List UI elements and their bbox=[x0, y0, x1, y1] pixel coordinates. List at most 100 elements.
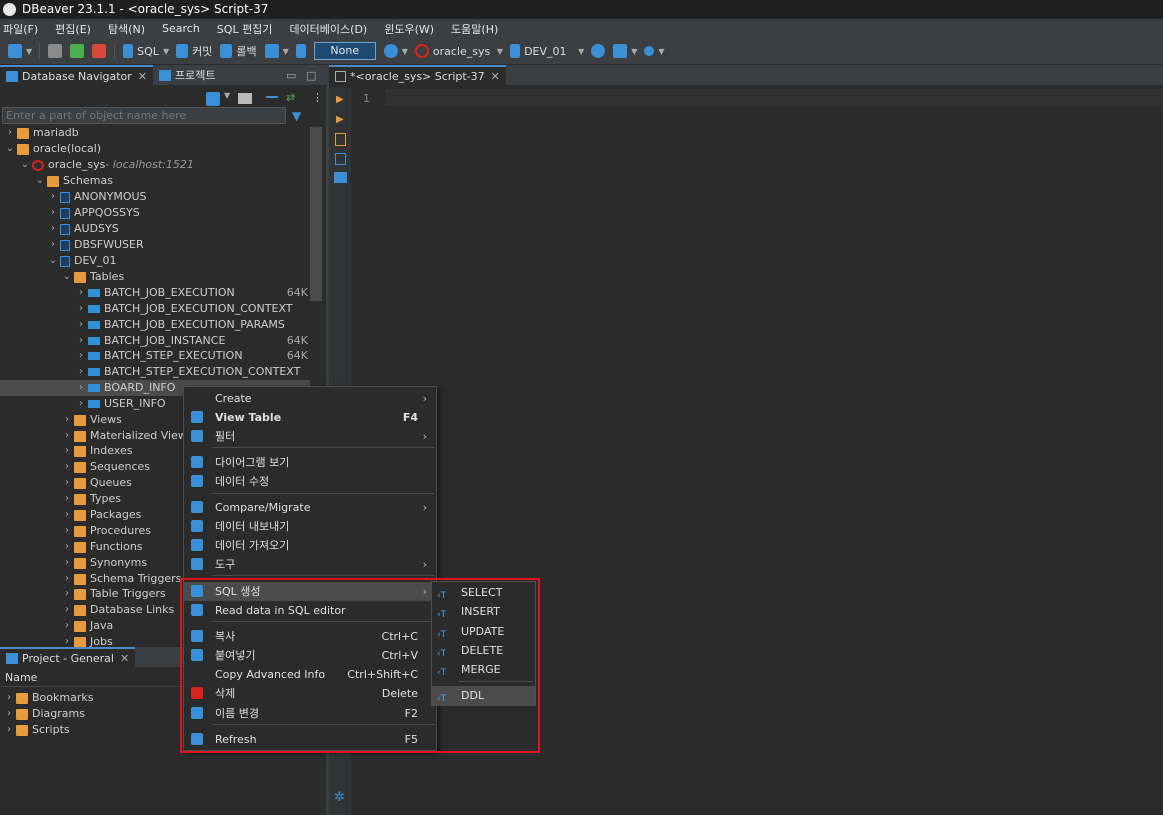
commit-icon[interactable] bbox=[176, 44, 189, 58]
tree-node-oracle-local[interactable]: ⌄ oracle(local) bbox=[5, 141, 101, 157]
menu-item-edit-data[interactable]: 데이터 수정 bbox=[184, 472, 436, 491]
chevron-right-icon[interactable]: › bbox=[76, 285, 86, 301]
scrollbar-thumb[interactable] bbox=[310, 127, 322, 301]
tree-node-materialized-views[interactable]: › Materialized Views bbox=[62, 428, 193, 444]
tree-node-packages[interactable]: › Packages bbox=[62, 507, 141, 523]
menu-navigate[interactable]: 탐색(N) bbox=[108, 21, 145, 37]
chevron-right-icon[interactable]: › bbox=[76, 364, 86, 380]
chevron-down-icon[interactable]: ⌄ bbox=[62, 269, 72, 285]
maximize-icon[interactable]: □ bbox=[306, 69, 316, 82]
chevron-down-icon[interactable]: ▼ bbox=[224, 91, 230, 100]
chevron-right-icon[interactable]: › bbox=[76, 317, 86, 333]
search-icon[interactable] bbox=[644, 46, 655, 56]
menu-item-create[interactable]: Create › bbox=[184, 389, 436, 408]
tree-node-schemas[interactable]: ⌄ Schemas bbox=[35, 173, 113, 189]
object-filter-input[interactable] bbox=[2, 107, 286, 124]
tree-node-indexes[interactable]: › Indexes bbox=[62, 443, 132, 459]
tree-node-batch-job-execution[interactable]: › BATCH_JOB_EXECUTION bbox=[76, 285, 235, 301]
tree-node-java[interactable]: › Java bbox=[62, 618, 113, 634]
menu-item-filter[interactable]: 필터 › bbox=[184, 427, 436, 446]
chevron-right-icon[interactable]: › bbox=[76, 380, 86, 396]
transaction-mode-field[interactable]: None bbox=[313, 42, 376, 60]
project-item-scripts[interactable]: › Scripts bbox=[4, 722, 70, 738]
lock-icon[interactable] bbox=[295, 44, 306, 58]
chevron-right-icon[interactable]: › bbox=[62, 507, 72, 523]
close-icon[interactable]: ✕ bbox=[491, 70, 500, 83]
close-icon[interactable]: ✕ bbox=[120, 652, 129, 665]
chevron-right-icon[interactable]: › bbox=[62, 443, 72, 459]
project-item-bookmarks[interactable]: › Bookmarks bbox=[4, 690, 93, 706]
tab-database-navigator[interactable]: Database Navigator ✕ bbox=[0, 64, 154, 86]
chevron-down-icon[interactable]: ▼ bbox=[26, 47, 32, 56]
menu-item-import[interactable]: 데이터 가져오기 bbox=[184, 536, 436, 555]
tree-node-queues[interactable]: › Queues bbox=[62, 475, 132, 491]
menu-item-tools[interactable]: 도구 › bbox=[184, 555, 436, 574]
link-editor-icon[interactable]: ⇄ bbox=[286, 92, 298, 104]
connect-icon[interactable] bbox=[70, 44, 85, 58]
chevron-down-icon[interactable]: ▼ bbox=[497, 47, 503, 56]
active-connection-selector[interactable]: oracle_sys bbox=[433, 45, 493, 58]
chevron-right-icon[interactable]: › bbox=[76, 348, 86, 364]
chevron-right-icon[interactable]: › bbox=[48, 237, 58, 253]
chevron-right-icon[interactable]: › bbox=[48, 221, 58, 237]
chevron-right-icon[interactable]: › bbox=[4, 706, 14, 722]
chevron-down-icon[interactable]: ▼ bbox=[283, 47, 289, 56]
chevron-right-icon[interactable]: › bbox=[62, 571, 72, 587]
tree-node-tables[interactable]: ⌄ Tables bbox=[62, 269, 124, 285]
rollback-icon[interactable] bbox=[220, 44, 233, 58]
chevron-right-icon[interactable]: › bbox=[5, 125, 15, 141]
chevron-right-icon[interactable]: › bbox=[62, 555, 72, 571]
menu-sql-editor[interactable]: SQL 편집기 bbox=[217, 21, 273, 37]
menu-search[interactable]: Search bbox=[162, 22, 200, 35]
tree-node-database-links[interactable]: › Database Links bbox=[62, 602, 174, 618]
tree-node-schema-triggers[interactable]: › Schema Triggers bbox=[62, 571, 181, 587]
chevron-down-icon[interactable]: ▼ bbox=[578, 47, 584, 56]
tree-node-batch-job-execution-context[interactable]: › BATCH_JOB_EXECUTION_CONTEXT bbox=[76, 301, 293, 317]
chevron-right-icon[interactable]: › bbox=[76, 333, 86, 349]
execute-statement-icon[interactable]: ▶ bbox=[336, 94, 344, 105]
menu-file[interactable]: 파일(F) bbox=[3, 21, 38, 37]
active-schema-selector[interactable]: DEV_01 bbox=[524, 45, 574, 58]
chevron-down-icon[interactable]: ⌄ bbox=[5, 141, 15, 157]
chevron-right-icon[interactable]: › bbox=[62, 459, 72, 475]
view-menu-icon[interactable]: ⋮ bbox=[312, 91, 323, 104]
collapse-all-icon[interactable] bbox=[266, 96, 278, 98]
new-connection-icon[interactable] bbox=[8, 44, 22, 58]
menu-item-export[interactable]: 데이터 내보내기 bbox=[184, 517, 436, 536]
tree-node-mariadb[interactable]: › mariadb bbox=[5, 125, 79, 141]
chevron-right-icon[interactable]: › bbox=[4, 690, 14, 706]
rollback-button[interactable]: 롤백 bbox=[236, 43, 256, 59]
chevron-right-icon[interactable]: › bbox=[62, 618, 72, 634]
chevron-right-icon[interactable]: › bbox=[62, 491, 72, 507]
tree-node-board-info[interactable]: › BOARD_INFO bbox=[76, 380, 175, 396]
filter-icon[interactable]: ▼ bbox=[292, 109, 301, 123]
chevron-right-icon[interactable]: › bbox=[48, 189, 58, 205]
tree-node-procedures[interactable]: › Procedures bbox=[62, 523, 151, 539]
tree-node-table-triggers[interactable]: › Table Triggers bbox=[62, 586, 166, 602]
tab-projects[interactable]: 프로젝트 bbox=[153, 65, 221, 86]
tree-node-batch-job-execution-params[interactable]: › BATCH_JOB_EXECUTION_PARAMS bbox=[76, 317, 285, 333]
folder-icon[interactable] bbox=[238, 93, 252, 104]
chevron-right-icon[interactable]: › bbox=[62, 428, 72, 444]
execute-in-new-tab-icon[interactable]: ▶ bbox=[336, 114, 344, 125]
new-connection-icon[interactable] bbox=[206, 92, 220, 106]
disconnect-icon[interactable] bbox=[92, 44, 107, 58]
tree-node-types[interactable]: › Types bbox=[62, 491, 121, 507]
chevron-down-icon[interactable]: ⌄ bbox=[20, 157, 30, 173]
tree-node-dev-01[interactable]: ⌄ DEV_01 bbox=[48, 253, 117, 269]
tree-node-appqossys[interactable]: › APPQOSSYS bbox=[48, 205, 140, 221]
sql-editor-icon[interactable] bbox=[123, 44, 134, 58]
tree-node-audsys[interactable]: › AUDSYS bbox=[48, 221, 119, 237]
menu-item-compare[interactable]: Compare/Migrate › bbox=[184, 498, 436, 517]
project-item-diagrams[interactable]: › Diagrams bbox=[4, 706, 85, 722]
tree-node-user-info[interactable]: › USER_INFO bbox=[76, 396, 166, 412]
chevron-right-icon[interactable]: › bbox=[62, 539, 72, 555]
sql-button[interactable]: SQL bbox=[137, 45, 159, 58]
minimize-icon[interactable]: ▭ bbox=[286, 69, 296, 82]
chevron-right-icon[interactable]: › bbox=[62, 412, 72, 428]
menu-edit[interactable]: 편집(E) bbox=[55, 21, 91, 37]
chevron-right-icon[interactable]: › bbox=[4, 722, 14, 738]
tab-project-general[interactable]: Project - General ✕ bbox=[0, 646, 136, 668]
tree-node-dbsfwuser[interactable]: › DBSFWUSER bbox=[48, 237, 144, 253]
chevron-down-icon[interactable]: ▼ bbox=[658, 47, 664, 56]
